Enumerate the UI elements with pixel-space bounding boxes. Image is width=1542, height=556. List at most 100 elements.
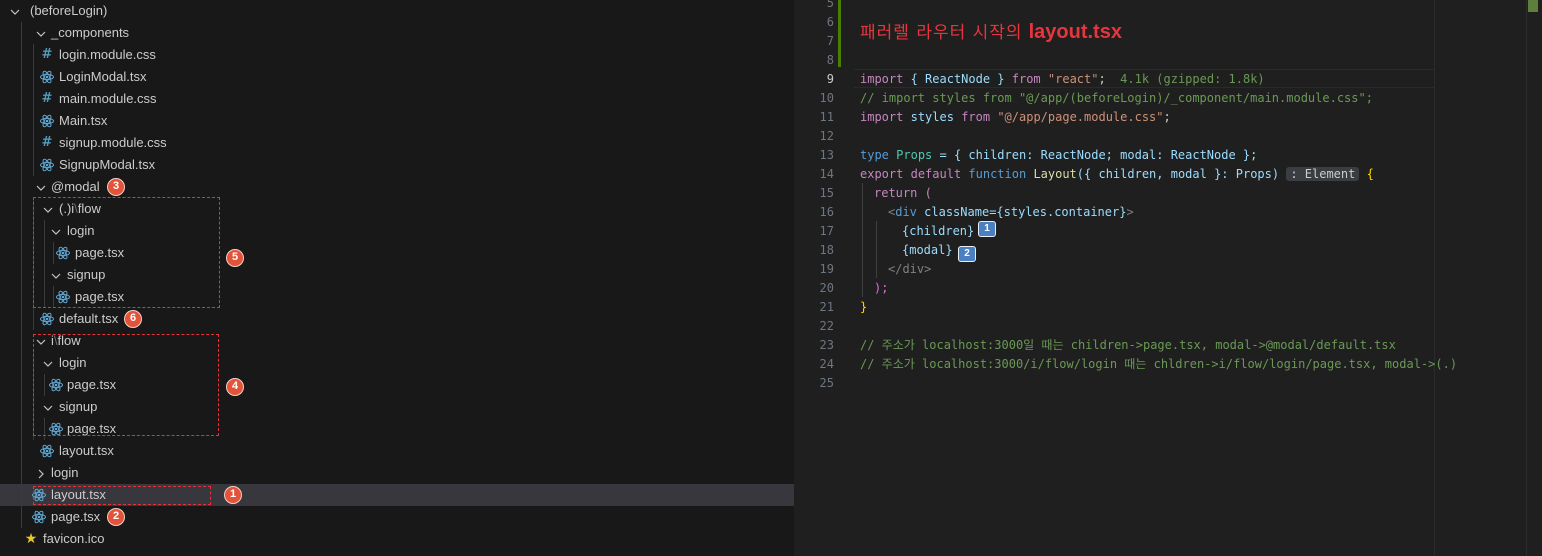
code-line-24[interactable]: // 주소가 localhost:3000/i/flow/login 때는 ch… (860, 355, 1457, 374)
tree-indent-guide (21, 176, 22, 198)
import-names: { ReactNode } (910, 72, 1005, 86)
folder-tree-item[interactable]: (beforeLogin) (0, 0, 794, 22)
folder-tree-item[interactable]: _components (0, 22, 794, 44)
attr-name: className (924, 205, 990, 219)
file-tree-item[interactable]: Main.tsx (0, 110, 794, 132)
line-number: 14 (819, 167, 834, 181)
indent-guide (862, 183, 863, 297)
modal-group-highlight (33, 197, 220, 308)
attr-value: ={styles.container} (989, 205, 1127, 219)
tree-indent-guide (21, 22, 22, 44)
file-tree-item[interactable]: ★ favicon.ico (0, 528, 794, 550)
line-number: 15 (819, 186, 834, 200)
line-number: 10 (819, 91, 834, 105)
line-number: 25 (819, 376, 834, 390)
chevron-down-icon[interactable] (34, 26, 48, 40)
file-tree-item[interactable]: default.tsx 6 (0, 308, 794, 330)
code-line-10[interactable]: // import styles from "@/app/(beforeLogi… (860, 89, 1373, 108)
return-statement: return ( (874, 186, 932, 200)
tree-item-label: layout.tsx (59, 443, 114, 458)
file-tree-item[interactable]: page.tsx 2 (0, 506, 794, 528)
line-number: 17 (819, 224, 834, 238)
tree-indent-guide (21, 308, 22, 330)
tree-item-label: (beforeLogin) (30, 3, 108, 18)
tree-indent-guide (21, 220, 22, 242)
file-tree-item[interactable]: SignupModal.tsx (0, 154, 794, 176)
annotation-heading: 패러렐 라우터 시작의 layout.tsx (860, 18, 1122, 44)
tree-indent-guide (21, 66, 22, 88)
code-line-14[interactable]: export default function Layout({ childre… (860, 165, 1374, 184)
callout-badge: 2 (107, 508, 125, 526)
tree-indent-guide (33, 308, 34, 330)
inlay-type-hint: : Element (1286, 167, 1360, 181)
css-file-icon: # (41, 91, 53, 106)
tree-item-label: favicon.ico (43, 531, 105, 546)
react-file-icon (39, 311, 55, 327)
tree-item-label: login (51, 465, 79, 480)
tree-item-label: main.module.css (59, 91, 157, 106)
tree-indent-guide (21, 154, 22, 176)
tree-item-label: LoginModal.tsx (59, 69, 147, 84)
tree-indent-guide (21, 330, 22, 352)
css-file-icon: # (41, 135, 53, 150)
react-file-icon (39, 443, 55, 459)
file-tree-item[interactable]: LoginModal.tsx (0, 66, 794, 88)
line-number: 7 (826, 34, 834, 48)
tree-indent-guide (21, 110, 22, 132)
code-editor[interactable]: 패러렐 라우터 시작의 layout.tsx 5 6 7 8 9 10 11 12 13 14 15 1… (794, 0, 1542, 556)
callout-badge: 3 (107, 178, 125, 196)
tree-item-label: SignupModal.tsx (59, 157, 156, 172)
tag-name: div (895, 205, 917, 219)
tree-indent-guide (21, 396, 22, 418)
code-line-23[interactable]: // 주소가 localhost:3000일 때는 children->page… (860, 336, 1396, 355)
line-number: 12 (819, 129, 834, 143)
editor-scrollbar[interactable] (1526, 0, 1541, 556)
tree-indent-guide (21, 286, 22, 308)
line-number: 11 (819, 110, 834, 124)
git-added-gutter-marker (838, 0, 841, 67)
code-line-17[interactable]: {children} (902, 222, 974, 241)
line-number: 20 (819, 281, 834, 295)
folder-tree-item[interactable]: @modal 3 (0, 176, 794, 198)
file-tree-item[interactable]: # signup.module.css (0, 132, 794, 154)
folder-tree-item[interactable]: login (0, 462, 794, 484)
code-line-16[interactable]: <div className={styles.container}> (888, 203, 1134, 222)
favicon-file-icon: ★ (24, 531, 38, 547)
keyword-import: import (860, 72, 904, 86)
file-tree-item[interactable]: # main.module.css (0, 88, 794, 110)
line-number: 19 (819, 262, 834, 276)
module-string: "react" (1047, 72, 1099, 86)
file-tree-item[interactable]: # login.module.css (0, 44, 794, 66)
scrollbar-thumb[interactable] (1528, 0, 1538, 12)
tree-indent-guide (21, 352, 22, 374)
code-line-21[interactable]: } (860, 298, 867, 317)
line-number: 8 (826, 53, 834, 67)
code-line-11[interactable]: import styles from "@/app/page.module.cs… (860, 108, 1171, 127)
code-line-19[interactable]: </div> (888, 260, 931, 279)
flow-group-highlight (33, 334, 219, 436)
file-tree-item[interactable]: layout.tsx (0, 440, 794, 462)
keyword-import: import (860, 110, 904, 124)
line-number: 24 (819, 357, 834, 371)
chevron-down-icon[interactable] (34, 180, 48, 194)
code-line-20[interactable]: ); (874, 279, 888, 298)
tree-indent-guide (21, 440, 22, 462)
callout-badge: 5 (226, 249, 244, 267)
code-line-15[interactable]: return ( (874, 184, 932, 203)
line-number: 5 (826, 0, 834, 10)
tree-indent-guide (21, 44, 22, 66)
code-line-13[interactable]: type Props = { children: ReactNode; moda… (860, 146, 1257, 165)
code-line-18[interactable]: {modal} (902, 241, 953, 260)
line-number: 9 (826, 72, 834, 86)
function-params: ({ children, modal }: Props) (1076, 167, 1280, 181)
code-line-9[interactable]: import { ReactNode } from "react"; 4.1k … (860, 70, 1265, 89)
tree-indent-guide (21, 484, 22, 506)
keyword-type: type (860, 148, 889, 162)
chevron-right-icon[interactable] (34, 466, 48, 480)
type-name: Props (896, 148, 933, 162)
callout-badge: 6 (124, 310, 142, 328)
chevron-down-icon[interactable] (8, 4, 22, 18)
tree-indent-guide (21, 374, 22, 396)
callout-badge: 1 (224, 486, 242, 504)
import-size-hint: 4.1k (gzipped: 1.8k) (1120, 72, 1265, 86)
